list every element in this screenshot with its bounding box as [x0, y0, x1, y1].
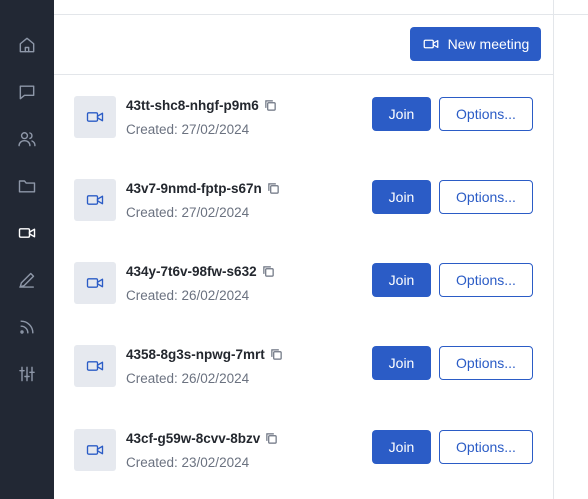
meeting-created-date: Created: 27/02/2024: [126, 205, 250, 220]
sidebar-item-people[interactable]: [0, 119, 54, 159]
options-button[interactable]: Options...: [439, 97, 533, 131]
meeting-code-text: 43tt-shc8-nhgf-p9m6: [126, 98, 259, 113]
sidebar-item-feed[interactable]: [0, 307, 54, 347]
video-camera-icon: [86, 445, 104, 455]
meeting-thumbnail: [74, 429, 116, 471]
panel-header: New meeting: [54, 15, 554, 75]
video-camera-icon: [86, 112, 104, 122]
meeting-thumbnail: [74, 96, 116, 138]
meeting-created-date: Created: 23/02/2024: [126, 455, 250, 470]
meeting-created-date: Created: 27/02/2024: [126, 122, 250, 137]
meeting-code-text: 434y-7t6v-98fw-s632: [126, 264, 257, 279]
meeting-created-date: Created: 26/02/2024: [126, 288, 250, 303]
meeting-code: 4358-8g3s-npwg-7mrt: [126, 347, 283, 362]
join-button[interactable]: Join: [372, 430, 431, 464]
meeting-code: 43tt-shc8-nhgf-p9m6: [126, 98, 277, 113]
sidebar-item-settings[interactable]: [0, 354, 54, 394]
meeting-code-text: 43cf-g59w-8cvv-8bzv: [126, 431, 261, 446]
meeting-code: 43v7-9nmd-fptp-s67n: [126, 181, 280, 196]
join-button[interactable]: Join: [372, 180, 431, 214]
rss-icon: [20, 320, 34, 334]
copy-icon[interactable]: [270, 348, 283, 361]
new-meeting-label: New meeting: [447, 36, 530, 52]
users-icon: [18, 132, 36, 147]
sidebar-item-messages[interactable]: [0, 72, 54, 112]
sidebar-item-home[interactable]: [0, 25, 54, 65]
sidebar-item-edit[interactable]: [0, 260, 54, 300]
sliders-icon: [19, 366, 35, 382]
video-camera-icon: [86, 195, 104, 205]
meeting-thumbnail: [74, 262, 116, 304]
home-icon: [19, 37, 35, 53]
top-strip: [54, 0, 588, 15]
copy-icon[interactable]: [262, 265, 275, 278]
new-meeting-button[interactable]: New meeting: [410, 27, 541, 61]
options-button[interactable]: Options...: [439, 430, 533, 464]
options-button[interactable]: Options...: [439, 263, 533, 297]
meeting-code-text: 4358-8g3s-npwg-7mrt: [126, 347, 265, 362]
chat-icon: [19, 85, 35, 100]
copy-icon[interactable]: [264, 99, 277, 112]
video-camera-icon: [18, 228, 36, 238]
meeting-row: 43tt-shc8-nhgf-p9m6 Created: 27/02/2024 …: [54, 96, 554, 179]
video-camera-icon: [86, 361, 104, 371]
join-button[interactable]: Join: [372, 97, 431, 131]
video-camera-icon: [423, 39, 439, 49]
meeting-created-date: Created: 26/02/2024: [126, 371, 250, 386]
folder-icon: [18, 180, 36, 193]
copy-icon[interactable]: [265, 432, 278, 445]
options-button[interactable]: Options...: [439, 346, 533, 380]
meeting-row: 434y-7t6v-98fw-s632 Created: 26/02/2024 …: [54, 262, 554, 345]
meeting-thumbnail: [74, 179, 116, 221]
video-camera-icon: [86, 278, 104, 288]
sidebar-item-video[interactable]: [0, 213, 54, 253]
meeting-row: 43v7-9nmd-fptp-s67n Created: 27/02/2024 …: [54, 179, 554, 262]
join-button[interactable]: Join: [372, 346, 431, 380]
meetings-panel: New meeting 43tt-shc8-nhgf-p9m6 Created:…: [54, 0, 588, 499]
pencil-icon: [19, 272, 35, 288]
meeting-thumbnail: [74, 345, 116, 387]
meeting-code: 434y-7t6v-98fw-s632: [126, 264, 275, 279]
meeting-row: 43cf-g59w-8cvv-8bzv Created: 23/02/2024 …: [54, 429, 554, 499]
options-button[interactable]: Options...: [439, 180, 533, 214]
meeting-row: 4358-8g3s-npwg-7mrt Created: 26/02/2024 …: [54, 345, 554, 428]
copy-icon[interactable]: [267, 182, 280, 195]
join-button[interactable]: Join: [372, 263, 431, 297]
meeting-code-text: 43v7-9nmd-fptp-s67n: [126, 181, 262, 196]
meeting-code: 43cf-g59w-8cvv-8bzv: [126, 431, 278, 446]
sidebar-item-folder[interactable]: [0, 166, 54, 206]
sidebar: [0, 0, 54, 499]
